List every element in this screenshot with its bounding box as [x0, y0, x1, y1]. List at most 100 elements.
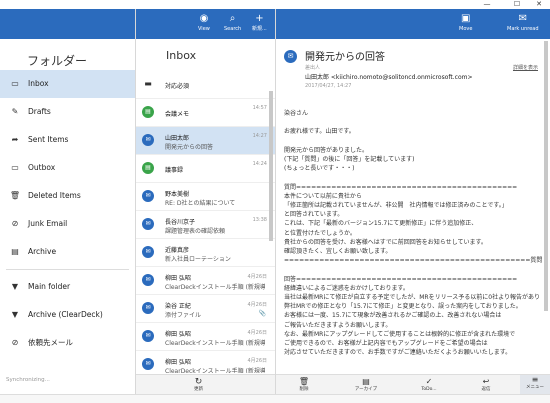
window-titlebar: — ☐ ✕	[0, 0, 550, 9]
send-icon: ➦	[11, 135, 19, 144]
maximize-button[interactable]: ☐	[508, 0, 526, 9]
minimize-button[interactable]: —	[478, 0, 496, 9]
archive-icon: ▤	[11, 247, 19, 256]
message-subject-preview: ClearDeckインストール手順 (新規導入…	[165, 368, 265, 373]
message-list-item[interactable]: ▤ 会議メモ 14:57	[136, 99, 275, 127]
mark-unread-button[interactable]: ✉ Mark unread	[507, 13, 539, 33]
message-sender: 山田太郎	[165, 135, 190, 142]
folder-label: Junk Email	[28, 219, 68, 228]
archive-button[interactable]: ▤ アーカイブ	[346, 377, 386, 393]
message-subject-preview: ClearDeckインストール手順 (新規導入…	[165, 284, 265, 291]
message-list-item[interactable]: ✉ 柳田 弘昭 ClearDeckインストール手順 (新規導入… 4月26日	[136, 323, 275, 351]
list-title: Inbox	[166, 49, 197, 62]
message-list-item[interactable]: ✉ 柳田 弘昭 ClearDeckインストール手順 (新規導入… 4月26日	[136, 351, 275, 373]
folder-label: 依頼先メール	[28, 338, 73, 347]
body-line: 染谷さん	[284, 110, 309, 117]
message-list-item[interactable]: ✉ 野本美樹 RE: D社との結果について	[136, 183, 275, 211]
body-line: 開発元から回答がありました。	[284, 146, 369, 154]
folder-item[interactable]: ➦ Sent Items	[0, 126, 135, 154]
message-subject-preview: 新入社員ローテーション	[165, 256, 231, 263]
envelope-icon: ✉	[142, 218, 154, 230]
refresh-button[interactable]: ↻ 更新	[194, 377, 203, 393]
message-list-item[interactable]: ✉ 柳田 弘昭 ClearDeckインストール手順 (新規導入… 4月26日	[136, 267, 275, 295]
message-list-item[interactable]: ▬ 対応必須	[136, 71, 275, 99]
search-button[interactable]: ⌕ Search	[224, 13, 241, 33]
body-line: と回答されています。	[284, 211, 344, 219]
message-sender: 野本美樹	[165, 191, 190, 198]
body-line: 弊社MRでの修正となり「15.7にて修正」と変更となり、誤った案内をしておりまし…	[284, 303, 522, 311]
body-line: 回答======================================…	[284, 275, 518, 283]
message-subject-preview: 課題管理表の確認依頼	[165, 228, 226, 235]
folder-item[interactable]: 🗑 Deleted Items	[0, 182, 135, 210]
message-sender: 柳田 弘昭	[165, 275, 191, 282]
message-list-item[interactable]: ✉ 長谷川京子 課題管理表の確認依頼 13:38	[136, 211, 275, 239]
message-time: 4月26日	[247, 274, 267, 280]
body-line: ========================================…	[284, 257, 543, 265]
body-line: (ちょっと長いです・・・)	[284, 165, 355, 173]
folder-label: Main folder	[28, 282, 71, 291]
message-header: ✉ 開発元からの回答 差出人 山田太郎 <kiichiro.nomoto@sol…	[276, 39, 550, 104]
folder-item[interactable]: ✎ Drafts	[0, 98, 135, 126]
reading-pane-scrollbar[interactable]	[544, 39, 548, 374]
show-details-link[interactable]: 詳細を表示	[513, 64, 538, 71]
folder-item[interactable]: ⊘ Junk Email	[0, 210, 135, 238]
folder-item[interactable]: ⊘ 依頼先メール	[0, 329, 135, 357]
scrollbar-thumb[interactable]	[269, 91, 273, 241]
archive-icon: ▤	[362, 377, 370, 386]
todo-button[interactable]: ✓ ToDo...	[409, 377, 449, 393]
view-button[interactable]: ◉ View	[198, 13, 210, 33]
body-line	[284, 173, 544, 182]
body-line	[284, 118, 544, 127]
folder-divider	[6, 269, 129, 270]
delete-button[interactable]: 🗑 削除	[284, 377, 324, 393]
new-message-button[interactable]: + 新規...	[252, 13, 267, 33]
message-subject: 開発元からの回答	[305, 52, 385, 63]
folder-label: Outbox	[28, 163, 56, 172]
message-time: 4月26日	[247, 358, 267, 364]
message-list-footer: ↻ 更新	[136, 374, 275, 395]
message-time: 4月26日	[247, 302, 267, 308]
message-time: 4月26日	[247, 330, 267, 336]
chevron-down-icon: ▼	[11, 282, 19, 291]
message-date: 2017/04/27, 14:27	[305, 83, 352, 89]
message-sender: 柳田 弘昭	[165, 359, 191, 366]
message-list-item[interactable]: ✉ 染谷 正紀添付ファイル 4月26日 📎	[136, 295, 275, 323]
message-sender: 対応必須	[165, 83, 190, 90]
message-list[interactable]: ▬ 対応必須 ▤ 会議メモ 14:57 ✉ 山田太郎 開発元からの回答 14:27 ▤ 議事録 14:…	[136, 71, 275, 373]
folder-item[interactable]: ▭ Inbox	[0, 70, 135, 98]
message-list-toolbar: ◉ View ⌕ Search + 新規...	[136, 9, 275, 39]
message-subject-preview: 開発元からの回答	[165, 144, 214, 151]
message-list-scrollbar[interactable]	[269, 71, 273, 371]
folder-pane-header	[0, 9, 135, 39]
reply-button[interactable]: ↩ 返信	[466, 377, 506, 393]
folder-item[interactable]: ▼ Main folder	[0, 273, 135, 301]
folder-item[interactable]: ▭ Outbox	[0, 154, 135, 182]
envelope-icon: ✉	[142, 358, 154, 370]
body-line: 対応させていただきますので、お手数ですがご連絡いただくようお願いいたします。	[284, 349, 512, 357]
folder-item[interactable]: ▼ Archive (ClearDeck)	[0, 301, 135, 329]
inbox-icon: ▭	[11, 79, 19, 88]
message-list-item[interactable]: ✉ 近藤真彦 新入社員ローテーション	[136, 239, 275, 267]
message-sender: 染谷 正紀	[165, 303, 191, 310]
folder-label: Deleted Items	[28, 191, 81, 200]
body-line: お疲れ様です。山田です。	[284, 128, 355, 136]
menu-button[interactable]: ≡ メニュー	[520, 375, 550, 395]
folder-item[interactable]: ▤ Archive	[0, 238, 135, 266]
message-sender: 近藤真彦	[165, 247, 190, 254]
move-icon: ▣	[460, 13, 471, 24]
body-line: お客様には一度、15.7にて現象が改善されるかご確認の上、改善されない場合は	[284, 312, 502, 320]
message-from[interactable]: 山田太郎 <kiichiro.nomoto@solitoncd.onmicros…	[305, 72, 473, 81]
close-button[interactable]: ✕	[530, 0, 548, 9]
envelope-icon: ✉	[142, 302, 154, 314]
envelope-icon: ✉	[142, 134, 154, 146]
message-list-item[interactable]: ✉ 山田太郎 開発元からの回答 14:27	[136, 127, 275, 155]
message-subject-preview: ClearDeckインストール手順 (新規導入…	[165, 340, 265, 347]
paperclip-icon: 📎	[258, 310, 266, 317]
search-icon: ⌕	[229, 13, 236, 24]
body-line: 質問======================================…	[284, 183, 518, 191]
message-list-item[interactable]: ▤ 議事録 14:24	[136, 155, 275, 183]
message-subject-preview: 添付ファイル	[165, 312, 202, 319]
body-line: ご使用できるので、お客様が上記内容でもアップグレードをご希望の場合は	[284, 340, 488, 348]
move-button[interactable]: ▣ Move	[459, 13, 472, 33]
scrollbar-thumb[interactable]	[544, 41, 548, 311]
